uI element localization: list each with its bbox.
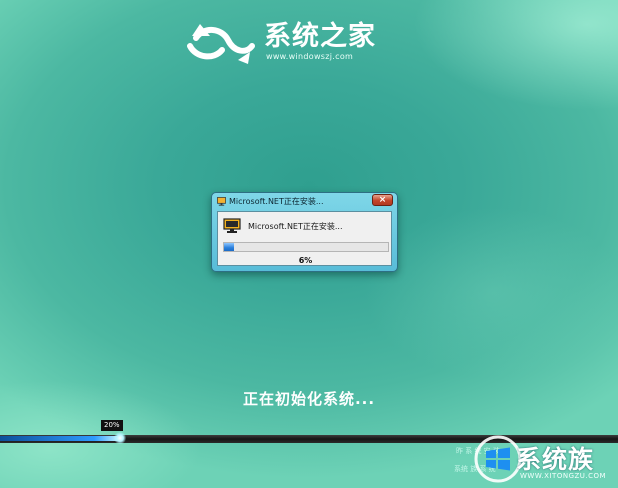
dialog-titlebar[interactable]: Microsoft.NET正在安装... × [212, 193, 397, 211]
watermark-url: WWW.XITONGZU.COM [520, 472, 607, 480]
dialog-progress-fill [224, 243, 234, 251]
overall-progress-fill [0, 436, 118, 441]
status-text: 正在初始化系统... [242, 390, 376, 408]
watermark: 昨 系 统 安 装 系统 族 系 统 系统族 WWW.XITONGZU.COM [452, 435, 618, 488]
dialog-message: Microsoft.NET正在安装... [248, 222, 343, 231]
install-dialog: Microsoft.NET正在安装... × Microsoft.NET正在安装… [211, 192, 398, 272]
brand-title: 系统之家 [264, 21, 376, 52]
dialog-title: Microsoft.NET正在安装... [229, 197, 324, 206]
monitor-icon [223, 218, 241, 233]
brand-logo: 系统之家 www.windowszj.com [186, 20, 376, 64]
close-button[interactable]: × [372, 194, 393, 206]
dialog-body: Microsoft.NET正在安装... 6% [217, 211, 392, 266]
brand-url: www.windowszj.com [266, 52, 354, 61]
dialog-progress-bar [223, 242, 389, 252]
overall-progress-glow [114, 432, 126, 444]
brand-mark-icon [187, 24, 255, 64]
dialog-progress-label: 6% [298, 256, 313, 265]
watermark-brand: 系统族 [516, 445, 595, 474]
monitor-icon [217, 197, 226, 206]
overall-progress-label: 20% [101, 420, 123, 431]
